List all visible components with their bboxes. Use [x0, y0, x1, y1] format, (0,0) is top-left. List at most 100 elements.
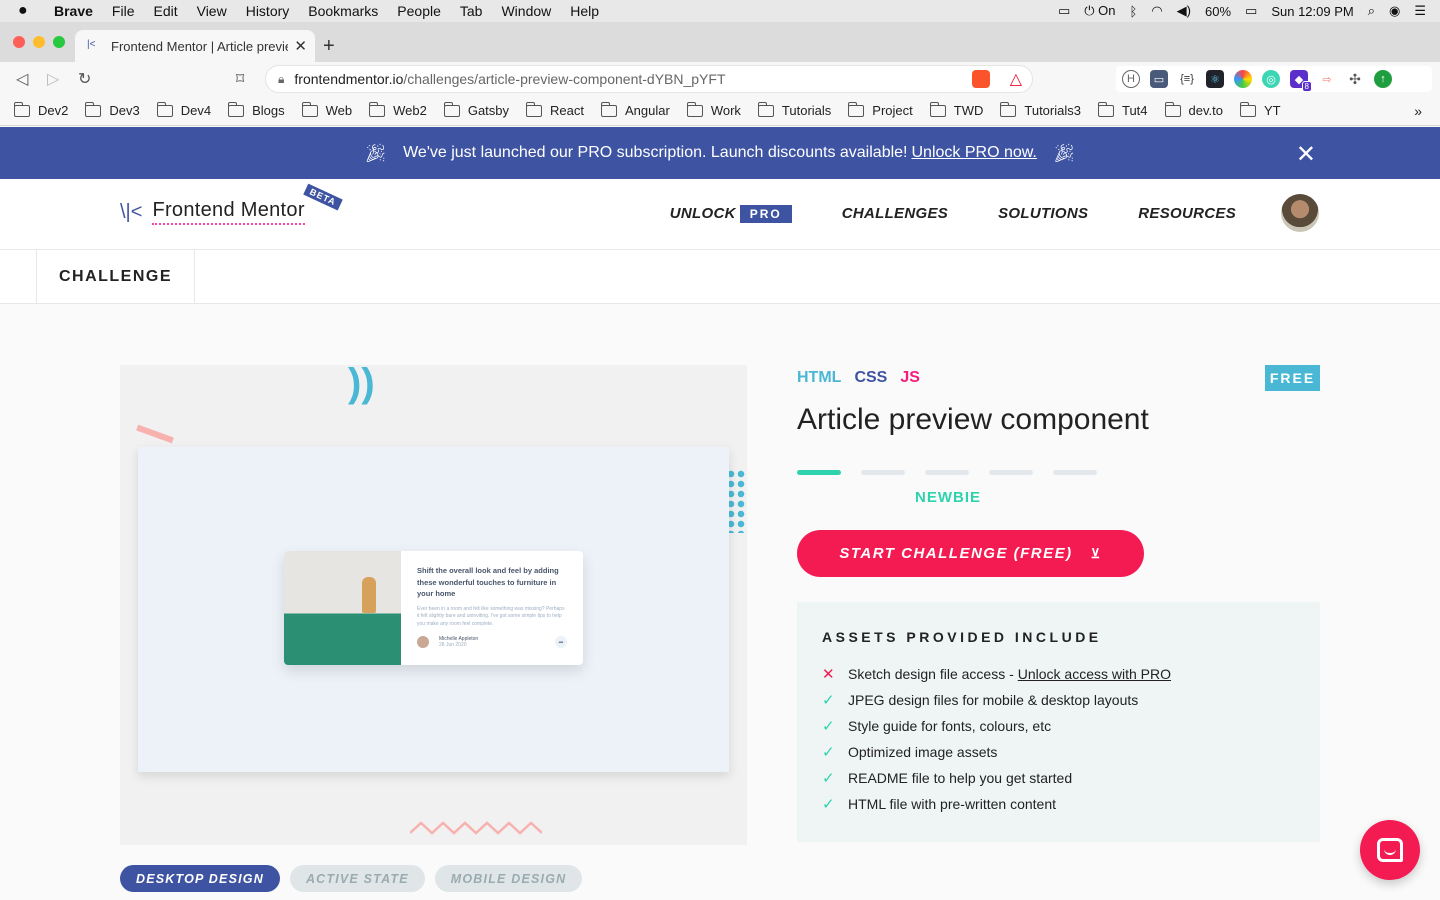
control-center-icon[interactable]: ☰	[1414, 3, 1426, 19]
frontend-mentor-logo[interactable]: \|< Frontend Mentor BETA	[120, 183, 343, 225]
vpn-icon[interactable]: ⏻ On	[1084, 3, 1115, 19]
bookmarks-overflow-icon[interactable]: »	[1414, 103, 1422, 119]
bookmark-folder[interactable]: Project	[848, 101, 913, 118]
bookmark-folder[interactable]: Angular	[601, 101, 670, 118]
bookmark-folder[interactable]: Dev4	[156, 101, 211, 118]
extensions-puzzle-icon[interactable]: ✣	[1346, 70, 1364, 88]
menu-window[interactable]: Window	[501, 3, 551, 19]
bookmark-folder[interactable]: Blogs	[228, 101, 285, 118]
bookmark-folder[interactable]: YT	[1239, 101, 1281, 118]
menubar-status-area: ▭ ⏻ On ᛒ ◠ ◀) 60% ▭ Sun 12:09 PM ⌕ ◉ ☰	[1058, 0, 1426, 22]
menu-history[interactable]: History	[246, 3, 290, 19]
user-avatar[interactable]	[1281, 194, 1319, 232]
menu-file[interactable]: File	[112, 3, 135, 19]
back-icon[interactable]: ◁	[16, 69, 28, 89]
bookmark-folder[interactable]: Tutorials3	[1000, 101, 1081, 118]
extension-badge-count: 8	[1301, 81, 1312, 92]
nav-resources[interactable]: RESOURCES	[1138, 205, 1236, 222]
vpn-status: On	[1098, 3, 1116, 18]
menu-brave[interactable]: Brave	[54, 3, 93, 19]
extension-arrow-icon[interactable]: ⇨	[1318, 70, 1336, 88]
macos-menubar: ● Brave File Edit View History Bookmarks…	[0, 0, 1440, 22]
menu-people[interactable]: People	[397, 3, 441, 19]
bookmark-folder[interactable]: Tutorials	[757, 101, 831, 118]
window-close-button[interactable]	[13, 36, 25, 48]
quote-decoration-icon: ))	[348, 365, 375, 405]
spotlight-icon[interactable]: ⌕	[1368, 3, 1375, 19]
clock[interactable]: Sun 12:09 PM	[1271, 4, 1353, 19]
extension-circle-icon[interactable]: ◎	[1262, 70, 1280, 88]
lock-icon[interactable]: 🔒︎	[278, 72, 284, 87]
bookmark-folder[interactable]: Work	[686, 101, 741, 118]
dot-pattern-decoration	[726, 469, 747, 533]
bookmarks-bar: Dev2 Dev3 Dev4 Blogs Web Web2 Gatsby Rea…	[0, 96, 1440, 126]
battery-percent[interactable]: 60%	[1205, 4, 1231, 19]
bookmark-folder[interactable]: Gatsby	[443, 101, 509, 118]
check-icon: ✓	[822, 744, 835, 761]
nav-unlock-pro[interactable]: UNLOCK PRO	[670, 205, 792, 223]
browser-tab-active[interactable]: |< Frontend Mentor | Article preview ✕	[75, 30, 315, 62]
extension-badge-icon[interactable]: ◆ 8	[1290, 70, 1312, 92]
menu-edit[interactable]: Edit	[153, 3, 177, 19]
article-preview-card: Shift the overall look and feel by addin…	[284, 551, 583, 665]
check-icon: ✓	[822, 718, 835, 735]
bookmark-folder[interactable]: TWD	[929, 101, 983, 118]
volume-icon[interactable]: ◀)	[1177, 3, 1191, 19]
difficulty-label: NEWBIE	[915, 489, 981, 506]
brave-rewards-icon[interactable]: △	[1010, 69, 1022, 89]
extension-json-icon[interactable]: {≡}	[1178, 70, 1196, 88]
tech-tags: HTML CSS JS	[797, 369, 920, 387]
window-minimize-button[interactable]	[33, 36, 45, 48]
tab-mobile-design[interactable]: MOBILE DESIGN	[434, 865, 583, 892]
reload-icon[interactable]: ↻	[78, 69, 91, 89]
brave-shields-icon[interactable]	[972, 70, 990, 88]
tab-close-icon[interactable]: ✕	[294, 37, 307, 55]
chat-launcher-button[interactable]	[1360, 820, 1420, 880]
tab-desktop-design[interactable]: DESKTOP DESIGN	[120, 865, 280, 892]
bookmark-folder[interactable]: Dev3	[85, 101, 140, 118]
extension-h-icon[interactable]: H	[1122, 70, 1140, 88]
difficulty-bar	[797, 470, 841, 475]
display-icon[interactable]: ▭	[1058, 3, 1070, 19]
nav-challenges[interactable]: CHALLENGES	[842, 205, 948, 222]
extension-screen-icon[interactable]: ▭	[1150, 70, 1168, 88]
list-item: ✕ Sketch design file access - Unlock acces…	[822, 666, 1172, 683]
start-challenge-button[interactable]: START CHALLENGE (FREE) ⊻	[797, 530, 1144, 577]
new-tab-icon[interactable]: +	[323, 35, 335, 58]
close-banner-icon[interactable]: ✕	[1296, 140, 1316, 169]
forward-icon[interactable]: ▷	[47, 69, 59, 89]
tab-active-state[interactable]: ACTIVE STATE	[289, 865, 425, 892]
bluetooth-icon[interactable]: ᛒ	[1130, 4, 1138, 19]
design-preview[interactable]: )) Shift the overall look and feel by ad…	[120, 365, 747, 845]
folder-icon	[1097, 101, 1114, 117]
card-content: Shift the overall look and feel by addin…	[401, 551, 583, 665]
difficulty-bar	[861, 470, 905, 475]
menu-bookmarks[interactable]: Bookmarks	[308, 3, 378, 19]
react-devtools-icon[interactable]: ⚛	[1206, 70, 1224, 88]
bookmark-icon[interactable]: ⌑	[236, 69, 244, 89]
list-item: ✓ HTML file with pre-written content	[822, 796, 1056, 813]
unlock-pro-link[interactable]: Unlock PRO now.	[911, 144, 1036, 162]
nav-solutions[interactable]: SOLUTIONS	[998, 205, 1088, 222]
menu-help[interactable]: Help	[570, 3, 599, 19]
menu-view[interactable]: View	[197, 3, 227, 19]
tag-js: JS	[900, 369, 920, 386]
address-bar[interactable]: 🔒︎ frontendmentor.io/challenges/article-…	[265, 65, 1033, 93]
siri-icon[interactable]: ◉	[1389, 3, 1400, 19]
color-picker-icon[interactable]	[1234, 70, 1252, 88]
bookmark-folder[interactable]: Web2	[369, 101, 427, 118]
unlock-access-link[interactable]: Unlock access with PRO	[1018, 666, 1171, 682]
update-icon[interactable]: ↑	[1374, 70, 1392, 88]
apple-menu-icon[interactable]: ●	[18, 2, 38, 20]
bookmark-folder[interactable]: Web	[301, 101, 352, 118]
url-host: frontendmentor.io	[294, 71, 404, 87]
bookmark-folder[interactable]: Dev2	[14, 101, 68, 118]
menu-tab[interactable]: Tab	[460, 3, 483, 19]
bookmark-folder[interactable]: React	[526, 101, 584, 118]
bookmark-folder[interactable]: Tut4	[1097, 101, 1148, 118]
wifi-icon[interactable]: ◠	[1151, 3, 1162, 19]
browser-toolbar: ◁ ▷ ↻ ⌑ 🔒︎ frontendmentor.io/challenges/…	[0, 62, 1440, 96]
window-zoom-button[interactable]	[53, 36, 65, 48]
bookmark-folder[interactable]: dev.to	[1164, 101, 1223, 118]
tab-challenge[interactable]: CHALLENGE	[36, 250, 195, 304]
